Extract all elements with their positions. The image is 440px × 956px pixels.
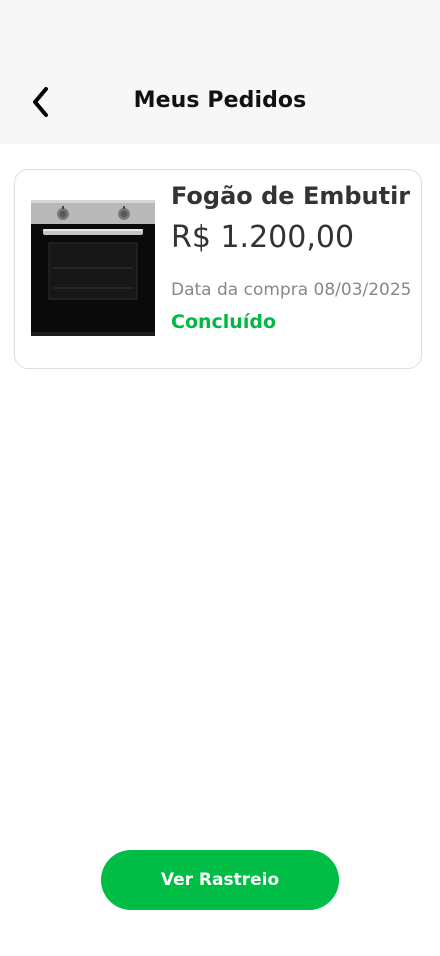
- order-status: Concluído: [171, 311, 276, 333]
- product-price: R$ 1.200,00: [171, 220, 355, 255]
- purchase-date: Data da compra 08/03/2025: [171, 280, 412, 300]
- track-order-button[interactable]: Ver Rastreio: [101, 850, 339, 910]
- product-name: Fogão de Embutir: [171, 182, 411, 210]
- top-header: Meus Pedidos: [0, 0, 440, 144]
- built-in-oven-image: [31, 200, 155, 336]
- page-title: Meus Pedidos: [133, 88, 307, 113]
- order-card[interactable]: Fogão de Embutir R$ 1.200,00 Data da com…: [14, 169, 422, 369]
